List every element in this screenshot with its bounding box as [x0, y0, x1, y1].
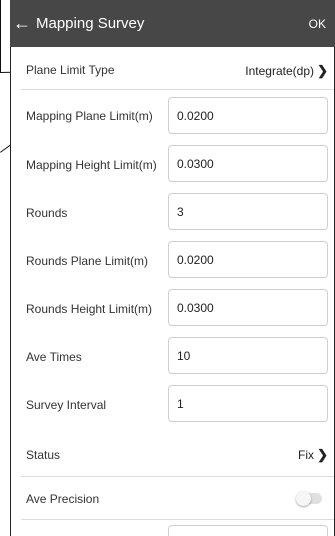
app-bar: ← Mapping Survey OK [10, 0, 335, 47]
mapping-plane-limit-input[interactable]: 0.0200 [168, 97, 328, 134]
input-value: 0.0300 [177, 157, 214, 171]
input-value: 0.0200 [177, 253, 214, 267]
divider [21, 89, 334, 90]
ave-times-label: Ave Times [26, 350, 82, 364]
toggle-knob [296, 491, 311, 506]
page-title: Mapping Survey [36, 15, 145, 32]
rounds-row: Rounds 3 [11, 189, 334, 234]
arrow-left-icon[interactable]: ← [13, 13, 31, 33]
ave-times-row: Ave Times 10 [11, 333, 334, 378]
ave-times-input[interactable]: 10 [168, 337, 328, 374]
rounds-plane-limit-input[interactable]: 0.0200 [168, 241, 328, 278]
survey-interval-label: Survey Interval [26, 398, 107, 412]
input-value: 1 [177, 397, 184, 411]
chevron-right-icon: ❯ [317, 63, 328, 78]
rounds-label: Rounds [26, 206, 68, 220]
rounds-input[interactable]: 3 [168, 193, 328, 230]
divider [21, 519, 334, 520]
input-value: 3 [177, 205, 184, 219]
plane-limit-type-label: Plane Limit Type [26, 63, 115, 77]
status-label: Status [26, 448, 61, 462]
plane-limit-type-value: Integrate(dp) [245, 64, 314, 78]
rounds-height-limit-label: Rounds Height Limit(m) [26, 302, 153, 316]
input-value: 10 [177, 349, 191, 363]
survey-interval-input[interactable]: 1 [168, 385, 328, 422]
mapping-plane-limit-row: Mapping Plane Limit(m) 0.0200 [11, 94, 334, 139]
mapping-height-limit-label: Mapping Height Limit(m) [26, 158, 157, 172]
app-window: ← Mapping Survey OK Plane Limit Type Int… [10, 0, 335, 536]
input-value: 0.0300 [177, 301, 214, 315]
mapping-height-limit-row: Mapping Height Limit(m) 0.0300 [11, 142, 334, 187]
mapping-plane-limit-label: Mapping Plane Limit(m) [26, 109, 153, 123]
chevron-right-icon: ❯ [317, 447, 328, 462]
ave-precision-label: Ave Precision [26, 492, 100, 506]
status-value: Fix [298, 448, 314, 462]
ok-button[interactable]: OK [309, 17, 326, 31]
rounds-plane-limit-row: Rounds Plane Limit(m) 0.0200 [11, 237, 334, 282]
input-value: 0.0200 [177, 109, 214, 123]
rounds-plane-limit-label: Rounds Plane Limit(m) [26, 254, 149, 268]
plane-limit-type-row[interactable]: Plane Limit Type Integrate(dp) ❯ [11, 47, 334, 89]
next-field-input[interactable] [168, 525, 328, 536]
rounds-height-limit-input[interactable]: 0.0300 [168, 289, 328, 326]
settings-list: Plane Limit Type Integrate(dp) ❯ Mapping… [10, 47, 335, 536]
ave-precision-row: Ave Precision [11, 477, 334, 519]
status-row[interactable]: Status Fix ❯ [11, 431, 334, 475]
annotation-leader-vertical [0, 0, 1, 72]
mapping-height-limit-input[interactable]: 0.0300 [168, 145, 328, 182]
survey-interval-row: Survey Interval 1 [11, 381, 334, 426]
rounds-height-limit-row: Rounds Height Limit(m) 0.0300 [11, 285, 334, 330]
ave-precision-toggle[interactable] [296, 491, 322, 506]
